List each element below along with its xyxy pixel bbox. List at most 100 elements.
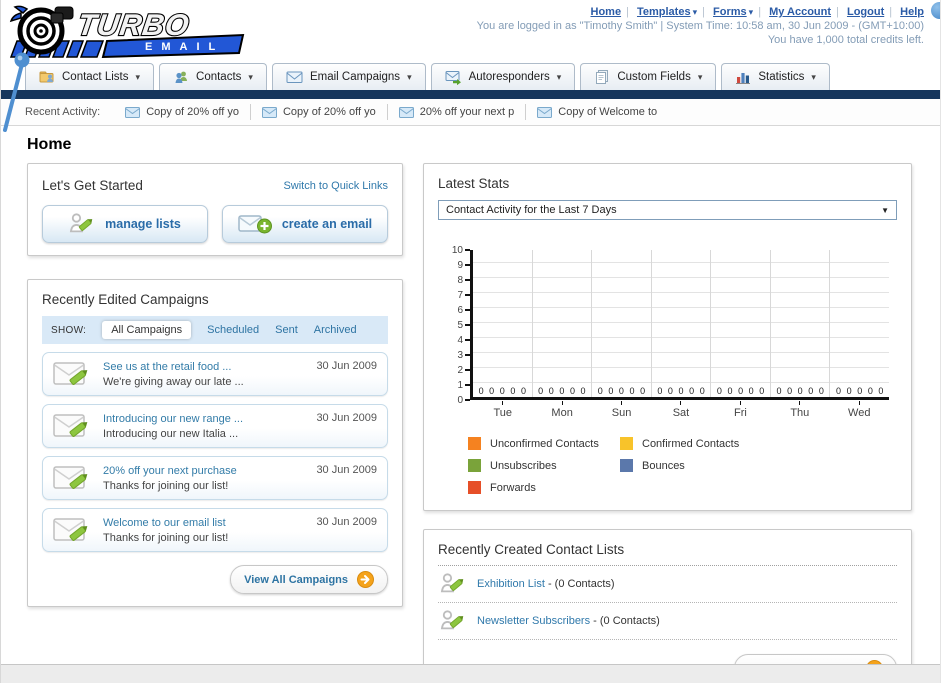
contact-list-link[interactable]: Exhibition List bbox=[477, 578, 545, 590]
top-nav-links: Home | Templates ▾ | Forms ▾ | My Account | Lo… bbox=[590, 6, 925, 18]
filter-scheduled[interactable]: Scheduled bbox=[207, 324, 259, 336]
view-all-campaigns-button[interactable]: View All Campaigns bbox=[230, 565, 388, 594]
tab-contacts[interactable]: Contacts ▾ bbox=[159, 63, 267, 90]
campaign-subtitle: Thanks for joining our list! bbox=[103, 479, 229, 492]
chart-groups: 00000000000000000000000000000000000 bbox=[473, 250, 889, 397]
nav-link-templates[interactable]: Templates bbox=[637, 6, 691, 18]
legend-item: Confirmed Contacts bbox=[620, 437, 772, 450]
contact-list-link[interactable]: Newsletter Subscribers bbox=[477, 615, 590, 627]
y-axis-tick: 0 bbox=[457, 395, 470, 406]
campaign-title-link[interactable]: See us at the retail food ... bbox=[103, 361, 306, 373]
contacts-people-icon bbox=[175, 71, 188, 83]
campaign-row[interactable]: 20% off your next purchase Thanks for jo… bbox=[42, 456, 388, 500]
chevron-down-icon: ▾ bbox=[697, 71, 703, 82]
bar-value-label: 0 bbox=[538, 386, 544, 396]
x-axis-label: Sun bbox=[592, 400, 651, 419]
contact-lists-folder-icon bbox=[39, 71, 54, 83]
switch-quick-links-link[interactable]: Switch to Quick Links bbox=[283, 180, 388, 192]
bar-value-label: 0 bbox=[787, 386, 793, 396]
envelope-plus-icon bbox=[238, 215, 272, 234]
contact-activity-chart: 10 9 8 7 6 5 4 3 2 1 0 000000000000000000000000000… bbox=[442, 245, 889, 494]
tab-autoresponders[interactable]: Autoresponders ▾ bbox=[430, 63, 576, 90]
legend-label: Unconfirmed Contacts bbox=[490, 437, 599, 450]
bar-value-label: 0 bbox=[548, 386, 554, 396]
chart-day-group: 00000 bbox=[473, 250, 532, 397]
y-axis-tick: 5 bbox=[457, 320, 470, 331]
envelope-icon bbox=[537, 106, 553, 118]
statistics-bars-icon bbox=[736, 73, 751, 84]
chart-y-axis: 10 9 8 7 6 5 4 3 2 1 0 bbox=[442, 245, 470, 406]
campaign-row[interactable]: Introducing our new range ... Introducin… bbox=[42, 404, 388, 448]
recent-activity-item[interactable]: 20% off your next p bbox=[386, 104, 526, 120]
bar-value-label: 0 bbox=[689, 386, 695, 396]
email-envelope-icon bbox=[286, 71, 303, 83]
legend-label: Bounces bbox=[642, 459, 685, 472]
bar-value-label: 0 bbox=[569, 386, 575, 396]
contact-list-count: - (0 Contacts) bbox=[547, 578, 615, 590]
campaign-row[interactable]: Welcome to our email list Thanks for joi… bbox=[42, 508, 388, 552]
stats-report-dropdown[interactable]: Contact Activity for the Last 7 Days ▼ bbox=[438, 200, 897, 220]
bar-value-label: 0 bbox=[580, 386, 586, 396]
bar-value-label: 0 bbox=[716, 386, 722, 396]
filter-all-campaigns[interactable]: All Campaigns bbox=[102, 321, 192, 339]
create-email-button[interactable]: create an email bbox=[222, 205, 388, 243]
bar-value-label: 0 bbox=[797, 386, 803, 396]
chart-day-group: 00000 bbox=[591, 250, 651, 397]
bar-value-label: 0 bbox=[520, 386, 526, 396]
nav-link-help[interactable]: Help bbox=[900, 6, 924, 18]
nav-link-forms[interactable]: Forms bbox=[713, 6, 747, 18]
campaign-title-link[interactable]: 20% off your next purchase bbox=[103, 465, 306, 477]
tab-contact-lists[interactable]: Contact Lists ▾ bbox=[25, 63, 155, 90]
bar-value-label: 0 bbox=[738, 386, 744, 396]
legend-swatch bbox=[468, 437, 481, 450]
envelope-pencil-icon bbox=[53, 414, 88, 437]
tab-statistics[interactable]: Statistics ▾ bbox=[721, 63, 830, 90]
bar-value-label: 0 bbox=[878, 386, 884, 396]
campaigns-panel: Recently Edited Campaigns SHOW: All Camp… bbox=[27, 279, 403, 607]
custom-fields-pages-icon bbox=[596, 70, 609, 84]
campaign-title-link[interactable]: Welcome to our email list bbox=[103, 517, 306, 529]
chevron-down-icon: ▾ bbox=[692, 7, 698, 17]
tab-label: Contacts bbox=[196, 71, 242, 83]
nav-link-logout[interactable]: Logout bbox=[847, 6, 884, 18]
legend-label: Confirmed Contacts bbox=[642, 437, 740, 450]
recent-activity-item[interactable]: Copy of 20% off yo bbox=[114, 104, 250, 120]
campaigns-title: Recently Edited Campaigns bbox=[42, 292, 209, 307]
bar-value-label: 0 bbox=[629, 386, 635, 396]
filter-sent[interactable]: Sent bbox=[275, 324, 298, 336]
tab-email-campaigns[interactable]: Email Campaigns ▾ bbox=[271, 63, 426, 90]
legend-item: Unconfirmed Contacts bbox=[468, 437, 620, 450]
latest-stats-panel: Latest Stats Contact Activity for the La… bbox=[423, 163, 912, 511]
login-status-text: You are logged in as "Timothy Smith" | S… bbox=[476, 20, 924, 32]
get-started-title: Let's Get Started bbox=[42, 178, 143, 193]
envelope-pencil-icon bbox=[53, 362, 88, 385]
bar-value-label: 0 bbox=[667, 386, 673, 396]
nav-link-my-account[interactable]: My Account bbox=[769, 6, 831, 18]
bar-value-label: 0 bbox=[857, 386, 863, 396]
recent-activity-item[interactable]: Copy of Welcome to bbox=[525, 104, 668, 120]
bar-value-label: 0 bbox=[678, 386, 684, 396]
campaign-date: 30 Jun 2009 bbox=[316, 464, 377, 476]
help-balloon-icon bbox=[931, 2, 940, 19]
recent-activity-item[interactable]: Copy of 20% off yo bbox=[249, 104, 387, 120]
bar-value-label: 0 bbox=[808, 386, 814, 396]
legend-swatch bbox=[468, 481, 481, 494]
campaign-row[interactable]: See us at the retail food ... We're givi… bbox=[42, 352, 388, 396]
filter-archived[interactable]: Archived bbox=[314, 324, 357, 336]
page-title: Home bbox=[27, 136, 72, 153]
contact-list-row[interactable]: Newsletter Subscribers - (0 Contacts) bbox=[438, 603, 897, 640]
manage-lists-button[interactable]: manage lists bbox=[42, 205, 208, 243]
nav-link-home[interactable]: Home bbox=[591, 6, 622, 18]
chevron-down-icon: ▾ bbox=[811, 71, 816, 82]
envelope-pencil-icon bbox=[53, 518, 88, 541]
bar-value-label: 0 bbox=[867, 386, 873, 396]
bar-value-label: 0 bbox=[818, 386, 824, 396]
envelope-pencil-icon bbox=[53, 466, 88, 489]
contact-list-row[interactable]: Exhibition List - (0 Contacts) bbox=[438, 566, 897, 603]
campaign-title-link[interactable]: Introducing our new range ... bbox=[103, 413, 306, 425]
bar-value-label: 0 bbox=[846, 386, 852, 396]
y-axis-tick: 4 bbox=[457, 335, 470, 346]
tab-custom-fields[interactable]: Custom Fields ▾ bbox=[580, 63, 717, 90]
legend-swatch bbox=[468, 459, 481, 472]
contact-lists-panel: Recently Created Contact Lists Exhibitio… bbox=[423, 529, 912, 683]
